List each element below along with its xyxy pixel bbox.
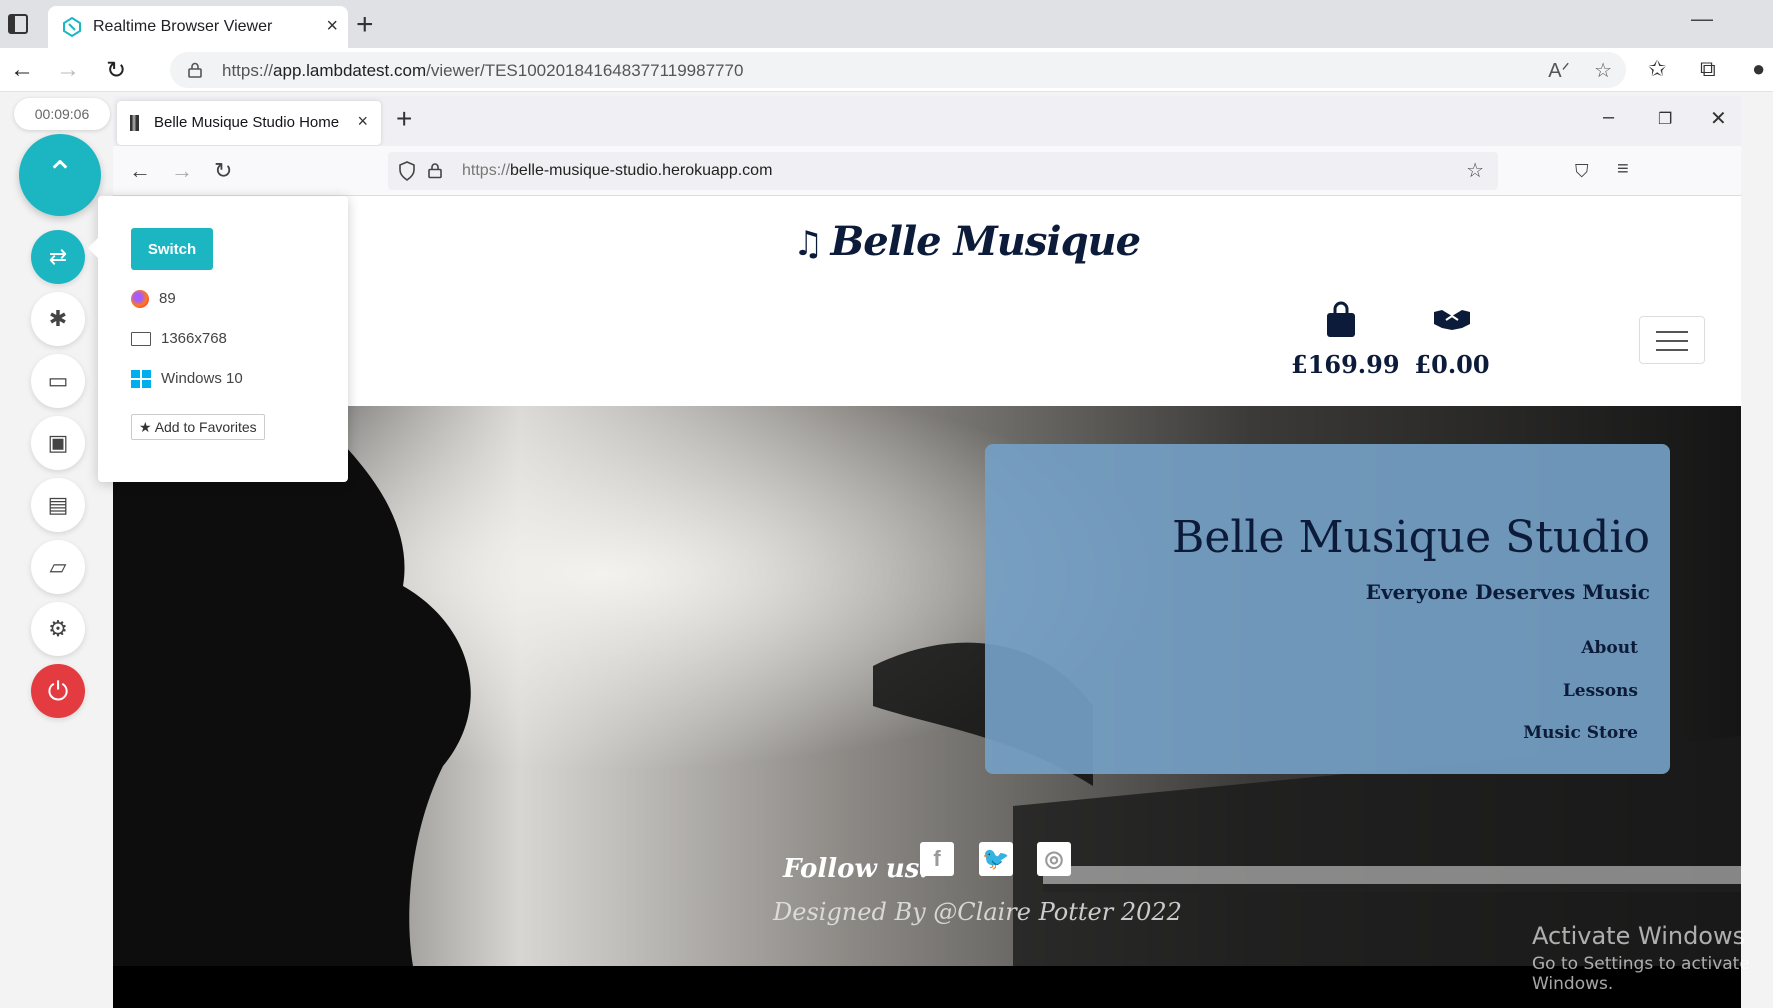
- lock-icon: [188, 62, 202, 78]
- music-note-icon: ♫: [793, 224, 824, 264]
- star-icon: ★: [139, 419, 152, 435]
- windows-logo-icon: [131, 370, 151, 389]
- nav-link-about[interactable]: About: [1581, 638, 1638, 658]
- nav-link-music-store[interactable]: Music Store: [1523, 723, 1638, 743]
- monitor-icon: [131, 332, 151, 347]
- hamburger-menu-button[interactable]: [1639, 316, 1705, 364]
- add-favorite-icon[interactable]: ☆: [1594, 58, 1612, 83]
- activate-windows-watermark: Activate Windows Go to Settings to activ…: [1532, 922, 1750, 994]
- edge-address-bar[interactable]: https://app.lambdatest.com/viewer/TES100…: [170, 52, 1626, 88]
- lambdatest-logo-icon: [63, 17, 81, 37]
- collections-icon[interactable]: ⧉: [1700, 56, 1716, 82]
- remote-firefox-window: Belle Musique Studio Home × + – ❐ ✕ ← → …: [113, 96, 1741, 1008]
- edge-back-icon[interactable]: ←: [10, 56, 34, 84]
- firefox-url-bar[interactable]: https://belle-musique-studio.herokuapp.c…: [388, 152, 1498, 190]
- browser-version-row: 89: [131, 290, 176, 309]
- firefox-forward-icon[interactable]: →: [171, 158, 193, 184]
- os-row: Windows 10: [131, 370, 243, 389]
- firefox-back-icon[interactable]: ←: [129, 158, 151, 184]
- collapse-toolbar-button[interactable]: ⌃: [19, 134, 101, 216]
- firefox-icon: [131, 290, 149, 309]
- firefox-url: https://belle-musique-studio.herokuapp.c…: [462, 162, 773, 179]
- edge-tab-title: Realtime Browser Viewer: [93, 18, 273, 35]
- session-timer: 00:09:06: [14, 98, 110, 130]
- firefox-tab-close-icon[interactable]: ×: [357, 111, 368, 132]
- end-session-power-icon[interactable]: ⏻: [31, 664, 85, 718]
- edge-toolbar: ← → ↻ https://app.lambdatest.com/viewer/…: [0, 48, 1773, 92]
- switch-popover: Switch 89 1366x768 Windows 10 ★ Add to F…: [88, 196, 348, 482]
- hero-section: Belle Musique Studio Everyone Deserves M…: [113, 406, 1741, 966]
- edge-tab-realtime-viewer[interactable]: Realtime Browser Viewer ×: [48, 6, 348, 48]
- file-folder-icon[interactable]: ▱: [31, 540, 85, 594]
- deals-total[interactable]: £0.00: [1407, 300, 1497, 379]
- firefox-reload-icon[interactable]: ↻: [214, 158, 232, 184]
- nav-link-lessons[interactable]: Lessons: [1563, 681, 1638, 701]
- bookmark-star-icon[interactable]: ☆: [1466, 158, 1484, 183]
- switch-browser-icon[interactable]: ⇄: [31, 230, 85, 284]
- video-record-icon[interactable]: ▭: [31, 354, 85, 408]
- firefox-menu-icon[interactable]: ≡: [1617, 158, 1629, 181]
- site-logo[interactable]: ♫ Belle Musique: [793, 218, 1141, 265]
- firefox-restore-icon[interactable]: ❐: [1658, 109, 1672, 129]
- firefox-new-tab-button[interactable]: +: [396, 103, 412, 135]
- edge-tab-bar: Realtime Browser Viewer × + —: [0, 0, 1773, 48]
- follow-us-label: Follow us:: [783, 854, 930, 884]
- handshake-icon: [1434, 310, 1470, 330]
- site-favicon-icon: [130, 115, 139, 131]
- firefox-close-icon[interactable]: ✕: [1710, 106, 1727, 131]
- firefox-minimize-icon[interactable]: –: [1603, 106, 1614, 129]
- hero-title: Belle Musique Studio: [1171, 512, 1650, 563]
- edge-new-tab-button[interactable]: +: [356, 8, 374, 42]
- cart-total: £169.99: [1291, 350, 1400, 379]
- resolution-display-icon[interactable]: ▤: [31, 478, 85, 532]
- firefox-nav-bar: ← → ↻ https://belle-musique-studio.herok…: [113, 146, 1741, 196]
- edge-url: https://app.lambdatest.com/viewer/TES100…: [222, 61, 744, 80]
- tab-actions-icon[interactable]: [8, 14, 28, 34]
- hero-card: Belle Musique Studio Everyone Deserves M…: [985, 444, 1670, 774]
- lock-icon: [428, 163, 442, 179]
- designed-by-credit: Designed By @Claire Potter 2022: [773, 898, 1182, 926]
- add-to-favorites-button[interactable]: ★ Add to Favorites: [131, 414, 265, 440]
- bug-report-icon[interactable]: ✱: [31, 292, 85, 346]
- switch-button[interactable]: Switch: [131, 228, 213, 270]
- firefox-tab-belle-musique[interactable]: Belle Musique Studio Home ×: [117, 101, 381, 145]
- deal-total: £0.00: [1414, 350, 1490, 379]
- screenshot-gallery-icon[interactable]: ▣: [31, 416, 85, 470]
- resolution-row: 1366x768: [131, 330, 227, 347]
- shopping-bag-total[interactable]: £169.99: [1291, 300, 1400, 379]
- edge-refresh-icon[interactable]: ↻: [106, 56, 126, 85]
- settings-gear-icon[interactable]: ⚙: [31, 602, 85, 656]
- edge-tab-close-icon[interactable]: ×: [326, 15, 338, 38]
- favorites-icon[interactable]: ✩: [1648, 56, 1666, 82]
- firefox-tab-title: Belle Musique Studio Home: [154, 114, 340, 131]
- edge-forward-icon[interactable]: →: [56, 56, 80, 84]
- footer-bar: [113, 966, 1741, 1008]
- hero-tagline: Everyone Deserves Music: [1365, 580, 1650, 604]
- pocket-icon[interactable]: ⛉: [1575, 161, 1589, 182]
- read-aloud-icon[interactable]: Aᐟ: [1548, 58, 1570, 83]
- site-header: ♫ Belle Musique £169.99 £0.00: [113, 196, 1741, 406]
- instagram-icon[interactable]: ◎: [1037, 842, 1071, 876]
- lambdatest-sidebar: 00:09:06 ⌃ ⇄ ✱ ▭ ▣ ▤ ▱ ⚙ ⏻: [0, 92, 113, 1008]
- tracking-shield-icon[interactable]: [398, 161, 416, 181]
- edge-minimize-button[interactable]: —: [1691, 6, 1713, 32]
- twitter-icon[interactable]: 🐦: [979, 842, 1013, 876]
- facebook-icon[interactable]: f: [920, 842, 954, 876]
- shopping-bag-icon: [1327, 301, 1355, 337]
- profile-avatar[interactable]: ●: [1752, 56, 1765, 82]
- firefox-tab-bar: Belle Musique Studio Home × + – ❐ ✕: [113, 96, 1741, 146]
